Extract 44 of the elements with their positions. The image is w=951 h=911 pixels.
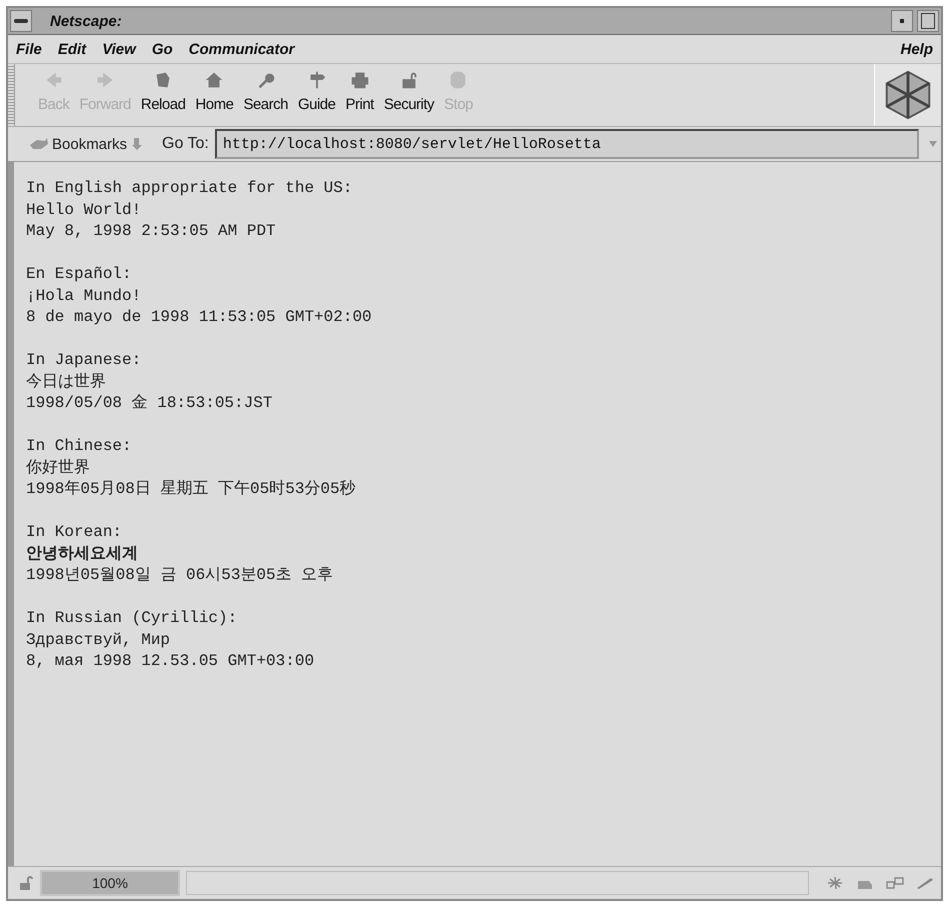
text-line: 你好世界 [26, 458, 91, 478]
window-menu-button[interactable] [10, 10, 32, 32]
toolbar-button[interactable]: Guide [294, 70, 338, 126]
toolbar-button[interactable]: Home [192, 70, 236, 126]
toolbar-button[interactable]: Security [380, 70, 438, 126]
section-heading: En Español: [26, 264, 133, 285]
menu-item[interactable]: Edit [58, 40, 86, 58]
text-line: 1998年05月08日 星期五 下午05时53分05秒 [26, 479, 357, 500]
url-field[interactable]: http://localhost:8080/servlet/HelloRosetta [214, 129, 919, 159]
section-heading: In Korean: [26, 522, 124, 543]
navigator-icon[interactable] [825, 876, 845, 890]
menu-item[interactable]: Communicator [188, 40, 295, 58]
text-line: 8 de mayo de 1998 11:53:05 GMT+02:00 [26, 307, 373, 328]
progress-text: 100% [92, 875, 128, 891]
section-heading: In Japanese: [26, 350, 142, 371]
pointer-icon [130, 137, 144, 151]
text-line: 1998/05/08 金 18:53:05:JST [26, 393, 274, 414]
text-line: 안녕하세요세계 [26, 544, 139, 564]
toolbar-button[interactable]: Search [240, 70, 291, 126]
section-heading: In English appropriate for the US: [26, 178, 354, 199]
pen-icon[interactable] [915, 876, 935, 890]
text-line: 8, мая 1998 12.53.05 GMT+03:00 [26, 651, 316, 672]
text-line: ¡Hola Mundo! [26, 286, 142, 306]
menu-item[interactable]: File [16, 40, 42, 58]
padlock-icon [18, 875, 34, 891]
toolbar-button[interactable]: Print [342, 70, 377, 126]
text-line: 1998년05월08일 금 06시53분05초 오후 [26, 565, 334, 586]
toolbar-button[interactable]: Reload [138, 70, 188, 126]
chat-bubbles-icon[interactable] [885, 876, 905, 890]
menu-item[interactable]: Go [152, 40, 173, 58]
text-line: 今日は世界 [26, 372, 107, 392]
go-to-label: Go To: [162, 135, 209, 153]
bookmarks-button[interactable]: Bookmarks [21, 136, 148, 152]
text-line: Здравствуй, Мир [26, 630, 172, 650]
section-heading: In Chinese: [26, 436, 133, 457]
menu-item[interactable]: Help [900, 40, 933, 58]
window-title: Netscape: [50, 12, 122, 30]
text-line: Hello World! [26, 200, 142, 220]
menu-item[interactable]: View [102, 40, 136, 58]
minimize-button[interactable] [891, 10, 913, 32]
text-line: May 8, 1998 2:53:05 AM PDT [26, 221, 277, 242]
section-heading: In Russian (Cyrillic): [26, 608, 238, 629]
toolbar-grip[interactable] [8, 64, 15, 126]
maximize-button[interactable] [917, 10, 939, 32]
